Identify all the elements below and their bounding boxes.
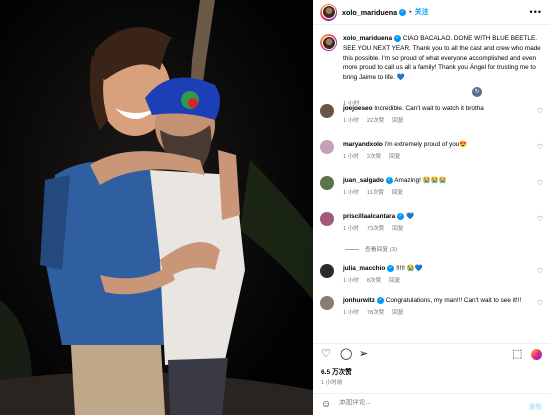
post-time: 1 小时前 xyxy=(321,380,343,386)
comment-username[interactable]: jonhurwitz xyxy=(343,297,375,304)
comment-like-icon[interactable]: ♡ xyxy=(537,215,543,223)
comments-scroll[interactable]: xolo_mariduena ✓ CIAO BACALAO. DONE WITH … xyxy=(313,26,550,341)
commenter-avatar[interactable] xyxy=(320,296,334,310)
verified-icon: ✓ xyxy=(387,264,395,272)
verified-icon: ✓ xyxy=(394,34,402,42)
caption-avatar[interactable] xyxy=(320,34,337,51)
comment-meta: 1 小时 73次赞 回复 xyxy=(343,225,533,234)
comment-likes[interactable]: 8次赞 xyxy=(367,278,381,284)
likes-count[interactable]: 6.5 万次赞 xyxy=(321,366,352,376)
comment-time: 1 小时 xyxy=(343,226,359,232)
post-comment-button[interactable]: 发布 xyxy=(529,401,542,411)
comment-row: joejoeseo Incredible. Can't wait to watc… xyxy=(313,104,550,126)
comment-text: !!!!! 😭💙 xyxy=(396,265,423,272)
reply-button[interactable]: 回复 xyxy=(392,310,403,316)
author-username[interactable]: xolo_mariduena xyxy=(342,8,397,17)
comment-meta: 1 小时 2次赞 回复 xyxy=(343,153,533,162)
comment-meta: 1 小时 11次赞 回复 xyxy=(343,189,533,198)
comment-input[interactable] xyxy=(339,399,489,406)
comment-text: Incredible. Can't wait to watch it broth… xyxy=(374,105,484,112)
save-icon[interactable]: ⬚ xyxy=(512,348,522,360)
reply-button[interactable]: 回复 xyxy=(392,226,403,232)
photo-illustration xyxy=(0,0,313,415)
comment-time: 1 小时 xyxy=(343,190,359,196)
comment-like-icon[interactable]: ♡ xyxy=(537,179,543,187)
comment-row: priscillaalcantara ✓ 💙 1 小时 73次赞 回复 ♡ xyxy=(313,212,550,234)
comment-username[interactable]: maryandxolo xyxy=(343,141,383,148)
verified-icon: ✓ xyxy=(376,296,384,304)
commenter-avatar[interactable] xyxy=(320,140,334,154)
heart-icon[interactable]: ♡ xyxy=(321,348,331,360)
post-panel: xolo_mariduena ✓ • 关注 ••• xolo_mariduena… xyxy=(313,0,550,415)
share-icon[interactable]: ➢ xyxy=(359,348,368,360)
comment-row: juan_salgado ✓ Amazing! 😭😭😭 1 小时 11次赞 回复 ♡ xyxy=(313,176,550,198)
comment-time: 1 小时 xyxy=(343,118,359,124)
post-photo xyxy=(0,0,313,415)
comment-meta: 1 小时 22次赞 回复 xyxy=(343,117,533,126)
comment-username[interactable]: julia_macchio xyxy=(343,265,385,272)
comment-like-icon[interactable]: ♡ xyxy=(537,107,543,115)
reply-button[interactable]: 回复 xyxy=(392,190,403,196)
view-replies-button[interactable]: 查看回复 (3) xyxy=(345,244,397,253)
comment-icon[interactable]: ◯ xyxy=(340,348,352,360)
comment-username[interactable]: juan_salgado xyxy=(343,177,384,184)
reply-button[interactable]: 回复 xyxy=(389,154,400,160)
comment-username[interactable]: joejoeseo xyxy=(343,105,372,112)
comment-likes[interactable]: 2次赞 xyxy=(367,154,381,160)
commenter-avatar[interactable] xyxy=(320,212,334,226)
comment-text: Congratulations, my man!!! Can't wait to… xyxy=(385,297,522,304)
comment-likes[interactable]: 22次赞 xyxy=(367,118,384,124)
comment-likes[interactable]: 11次赞 xyxy=(367,190,384,196)
verified-icon: ✓ xyxy=(397,212,405,220)
emoji-icon[interactable]: ☺ xyxy=(321,399,331,410)
comment-like-icon[interactable]: ♡ xyxy=(537,143,543,151)
author-avatar[interactable] xyxy=(320,3,337,21)
verified-icon: ✓ xyxy=(399,8,407,16)
comment-row: julia_macchio ✓ !!!!! 😭💙 1 小时 8次赞 回复 ♡ xyxy=(313,264,550,286)
comment-text: 💙 xyxy=(406,213,414,220)
reply-button[interactable]: 回复 xyxy=(389,278,400,284)
more-icon[interactable]: ••• xyxy=(530,7,542,17)
translate-icon[interactable]: ↻ xyxy=(472,86,482,97)
comment-row: jonhurwitz ✓ Congratulations, my man!!! C… xyxy=(313,296,550,318)
comment-likes[interactable]: 73次赞 xyxy=(367,226,384,232)
post-caption: xolo_mariduena ✓ CIAO BACALAO. DONE WITH … xyxy=(313,26,550,110)
comment-text: i'm extremely proud of you😍 xyxy=(384,141,468,148)
comment-time: 1 小时 xyxy=(343,310,359,316)
comment-row: maryandxolo i'm extremely proud of you😍 1… xyxy=(313,140,550,162)
separator-dot: • xyxy=(409,8,412,16)
comment-meta: 1 小时 8次赞 回复 xyxy=(343,277,533,286)
verified-icon: ✓ xyxy=(385,176,393,184)
commenter-avatar[interactable] xyxy=(320,264,334,278)
comment-username[interactable]: priscillaalcantara xyxy=(343,213,395,220)
liker-avatar-icon[interactable] xyxy=(531,349,542,360)
commenter-avatar[interactable] xyxy=(320,176,334,190)
caption-username[interactable]: xolo_mariduena xyxy=(343,35,392,42)
action-bar: ♡ ◯ ➢ ⬚ xyxy=(313,343,550,363)
comment-time: 1 小时 xyxy=(343,278,359,284)
comment-like-icon[interactable]: ♡ xyxy=(537,299,543,307)
commenter-avatar[interactable] xyxy=(320,104,334,118)
post-header: xolo_mariduena ✓ • 关注 ••• xyxy=(313,0,550,25)
comment-meta: 1 小时 78次赞 回复 xyxy=(343,309,533,318)
add-comment-bar: ☺ 发布 xyxy=(313,393,550,415)
comment-likes[interactable]: 78次赞 xyxy=(367,310,384,316)
comment-like-icon[interactable]: ♡ xyxy=(537,267,543,275)
comment-text: Amazing! 😭😭😭 xyxy=(394,177,447,184)
reply-button[interactable]: 回复 xyxy=(392,118,403,124)
comment-time: 1 小时 xyxy=(343,154,359,160)
follow-button[interactable]: 关注 xyxy=(415,7,429,17)
